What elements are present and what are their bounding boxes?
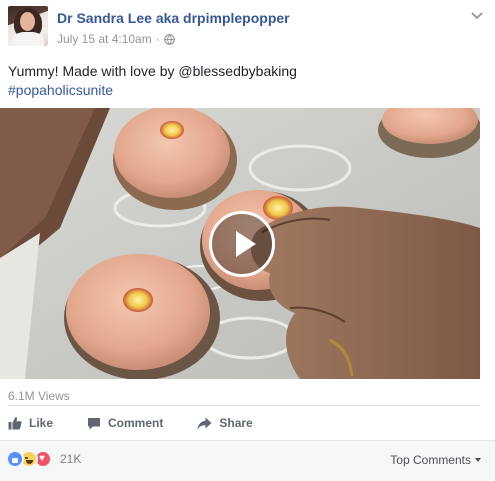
reactions-footer: 21K Top Comments [0, 440, 495, 481]
hashtag-link[interactable]: #popaholicsunite [8, 81, 488, 100]
like-label: Like [29, 416, 54, 430]
like-reaction-icon [6, 450, 24, 468]
globe-icon[interactable] [163, 33, 175, 45]
reaction-count[interactable]: 21K [60, 452, 81, 466]
thumbs-up-icon [8, 416, 22, 430]
play-icon[interactable] [209, 211, 275, 277]
post-action-bar: Like Comment Share [8, 412, 480, 434]
top-comments-dropdown[interactable]: Top Comments [390, 453, 481, 467]
comment-button[interactable]: Comment [87, 416, 163, 430]
chevron-down-icon[interactable] [471, 12, 483, 20]
top-comments-label: Top Comments [390, 453, 471, 467]
comment-icon [88, 417, 101, 429]
post-message: Yummy! Made with love by @blessedbybakin… [8, 62, 488, 100]
reactions-summary[interactable]: 21K [6, 450, 81, 468]
caret-down-icon [475, 458, 481, 462]
like-button[interactable]: Like [8, 416, 53, 430]
author-name-link[interactable]: Dr Sandra Lee aka drpimplepopper [57, 10, 290, 26]
author-avatar[interactable] [8, 6, 48, 46]
post-message-line: Yummy! Made with love by @blessedbybakin… [8, 63, 297, 79]
share-arrow-icon [197, 417, 212, 429]
post-timestamp-link[interactable]: July 15 at 4:10am [57, 32, 152, 46]
facebook-post: Dr Sandra Lee aka drpimplepopper July 15… [0, 0, 495, 481]
video-view-count: 6.1M Views [8, 389, 70, 403]
divider [8, 405, 480, 406]
share-button[interactable]: Share [197, 416, 253, 430]
share-label: Share [219, 416, 253, 430]
post-meta: July 15 at 4:10am · [57, 32, 175, 46]
comment-label: Comment [108, 416, 164, 430]
meta-separator: · [155, 32, 160, 46]
